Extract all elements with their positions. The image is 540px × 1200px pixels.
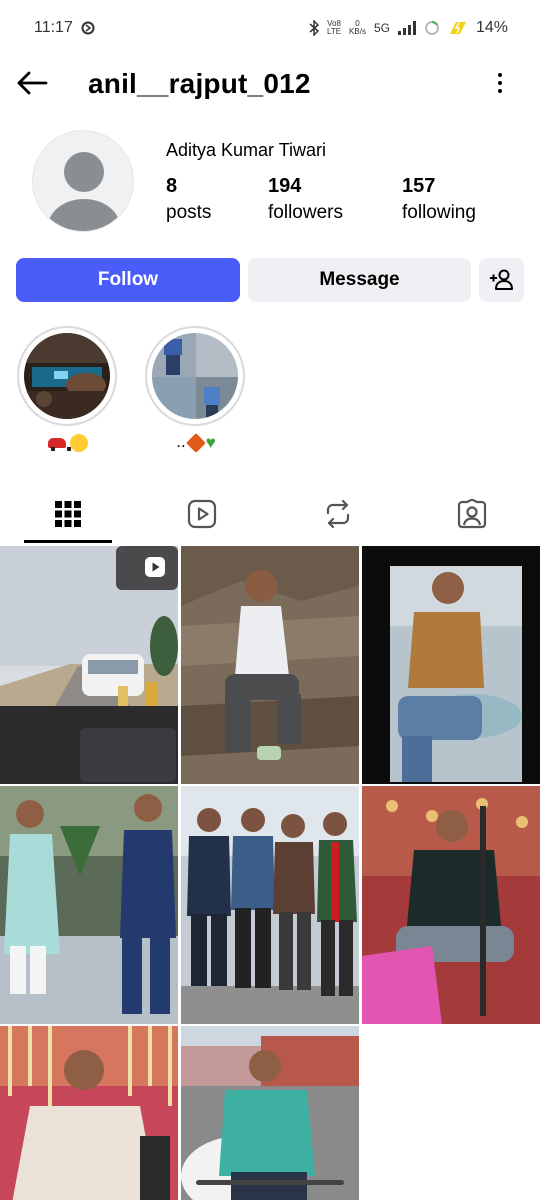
status-bar: 11:17 Vo8 LTE 0 KB/s 5G 14% [0,0,540,56]
battery-ring-icon [424,21,439,35]
network-indicator: Vo8 LTE [327,20,341,36]
profile-header: anil__rajput_012 [0,56,540,110]
reel-badge-icon [144,556,166,578]
message-button[interactable]: Message [248,258,471,302]
story-highlight-1[interactable] [17,326,119,454]
post-thumbnail-4[interactable] [0,786,178,1024]
profile-avatar[interactable] [32,130,134,232]
signal-icon [397,21,416,35]
post-thumbnail-3[interactable] [362,546,540,784]
tab-posts-grid[interactable] [24,486,112,542]
post-thumbnail-7[interactable] [0,1026,178,1200]
selected-tab-indicator [24,540,112,543]
post-thumbnail-1[interactable] [0,546,178,784]
grid-icon [55,501,81,527]
tagged-person-icon [457,499,487,529]
more-options-button[interactable] [490,68,510,98]
followers-stat[interactable]: 194 followers [268,175,343,224]
speed-indicator: 0 KB/s [349,20,366,36]
maple-leaf-emoji-icon [185,432,206,453]
network-type: 5G [373,21,390,35]
posts-count: 8 [166,175,178,197]
bluetooth-icon [309,20,319,36]
post-thumbnail-2[interactable] [181,546,359,784]
profile-username: anil__rajput_012 [88,68,311,99]
story-highlight-2[interactable]: .. ♥ [145,326,247,454]
home-indicator[interactable] [196,1180,344,1185]
default-avatar-icon [48,152,120,231]
tab-reposts[interactable] [294,486,382,542]
following-count: 157 [402,175,436,197]
profile-tabs [0,486,540,543]
followers-label: followers [268,202,343,223]
back-button[interactable] [14,66,50,100]
posts-label: posts [166,202,212,223]
data-saver-icon [81,21,95,35]
battery-percent: 14% [475,19,508,36]
profile-full-name: Aditya Kumar Tiwari [166,140,327,160]
following-label: following [402,202,476,223]
highlight-label [17,432,119,454]
reels-icon [187,499,217,529]
smile-emoji-icon [70,433,89,452]
highlight-label-text: .. [176,432,186,451]
post-thumbnail-6[interactable] [362,786,540,1024]
highlight-cover [152,333,238,419]
battery-saver-icon [449,22,466,34]
follow-button[interactable]: Follow [16,258,240,302]
post-thumbnail-8[interactable] [181,1026,359,1200]
highlight-cover [24,333,110,419]
highlight-label: .. ♥ [145,432,247,454]
status-time: 11:17 [34,19,73,36]
green-heart-emoji-icon: ♥ [205,432,216,452]
highlight-ring [145,326,245,426]
post-thumbnail-5[interactable] [181,786,359,1024]
repost-icon [326,499,350,529]
back-arrow-icon [17,71,48,95]
network-bottom: LTE [326,27,342,36]
add-person-icon [489,269,513,290]
followers-count: 194 [268,175,302,197]
suggested-users-button[interactable] [479,258,524,302]
posts-stat[interactable]: 8 posts [166,175,211,224]
car-emoji-icon [47,437,71,451]
highlight-ring [17,326,117,426]
tab-reels[interactable] [158,486,246,542]
following-stat[interactable]: 157 following [402,175,476,224]
speed-unit: KB/s [349,27,366,36]
tab-tagged[interactable] [428,486,516,542]
